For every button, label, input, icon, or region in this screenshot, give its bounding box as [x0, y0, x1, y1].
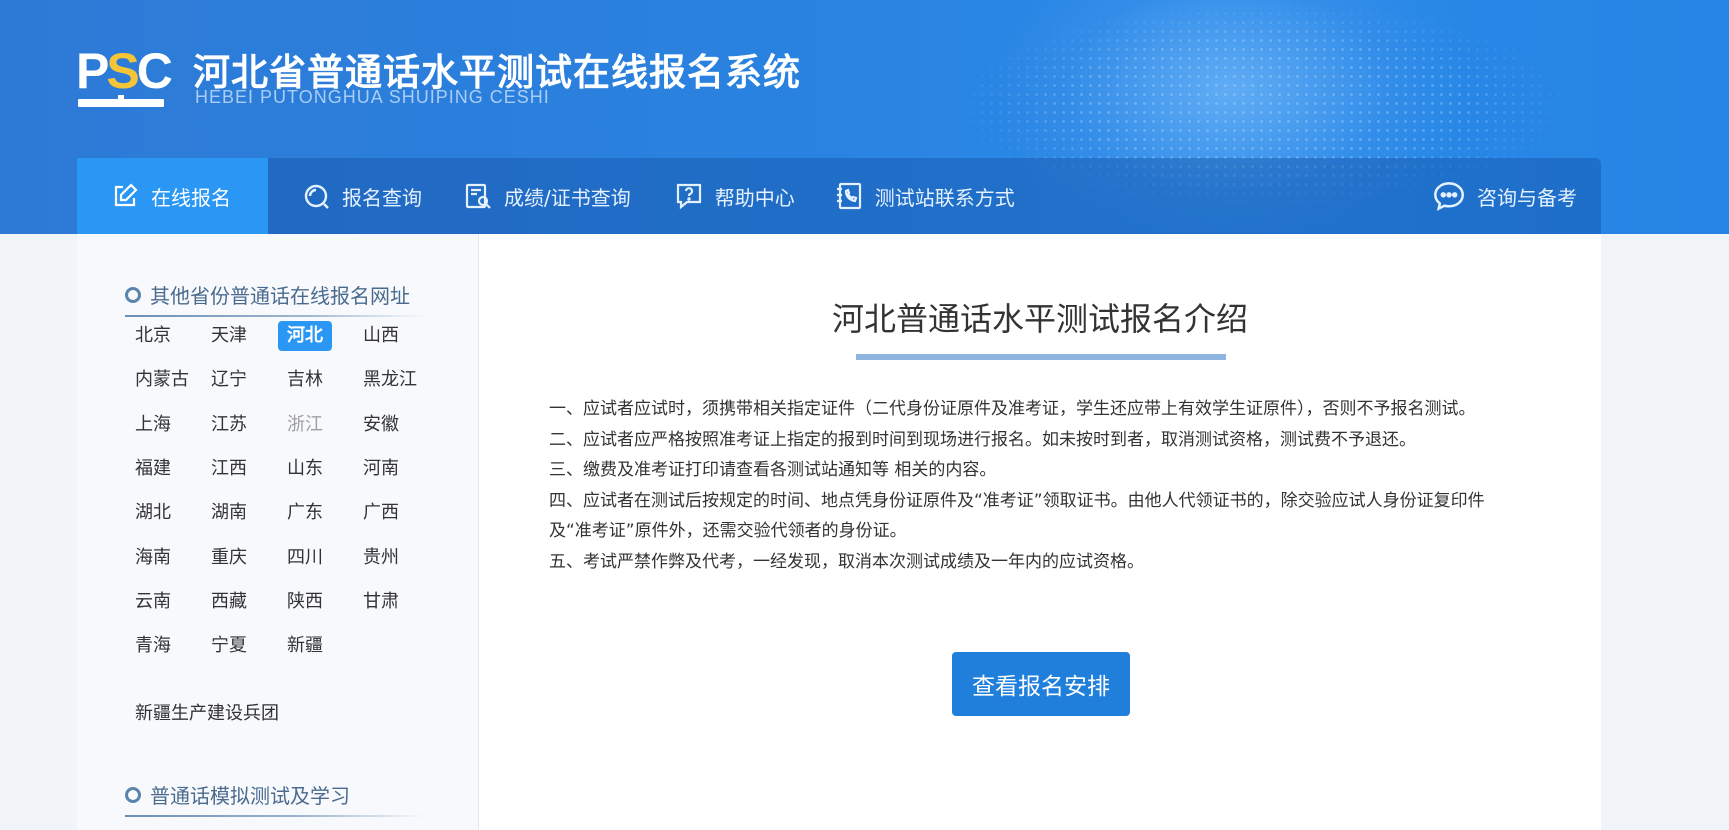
- province-link[interactable]: 黑龙江: [363, 365, 417, 395]
- province-link[interactable]: 江西: [211, 454, 247, 484]
- nav-label: 测试站联系方式: [874, 185, 1015, 210]
- province-link[interactable]: 辽宁: [211, 365, 247, 395]
- certificate-search-icon: [465, 183, 491, 209]
- help-icon: [676, 183, 701, 210]
- nav-score-certificate-query[interactable]: 成绩/证书查询: [422, 158, 631, 234]
- section-title: 普通话模拟测试及学习: [150, 784, 350, 808]
- rule-line: 一、应试者应试时，须携带相关指定证件（二代身份证原件及准考证，学生还应带上有效学…: [549, 399, 1476, 419]
- nav-consult-prepare[interactable]: 咨询与备考: [1433, 158, 1601, 234]
- search-icon: [304, 184, 329, 209]
- site-header: PSC 河北省普通话水平测试在线报名系统 HEBEI PUTONGHUA SHU…: [0, 0, 1729, 234]
- circle-bullet-icon: [125, 786, 141, 803]
- nav-registration-query[interactable]: 报名查询: [268, 158, 422, 234]
- page-title: 河北普通话水平测试报名介绍: [831, 300, 1248, 338]
- nav-label: 成绩/证书查询: [504, 185, 631, 210]
- province-link[interactable]: 江苏: [211, 410, 247, 440]
- province-link[interactable]: 北京: [135, 321, 171, 351]
- logo-text: PSC: [76, 43, 173, 99]
- province-link[interactable]: 宁夏: [211, 631, 247, 661]
- logo-p: P: [76, 43, 109, 99]
- logo-s: S: [106, 43, 139, 99]
- view-registration-schedule-button[interactable]: 查看报名安排: [952, 652, 1130, 716]
- registration-rules: 一、应试者应试时，须携带相关指定证件（二代身份证原件及准考证，学生还应带上有效学…: [549, 394, 1549, 577]
- province-link[interactable]: 浙江: [287, 410, 323, 440]
- province-link[interactable]: 重庆: [211, 543, 247, 573]
- province-link[interactable]: 四川: [287, 543, 323, 573]
- chat-icon: [1434, 182, 1464, 211]
- content-panel: 其他省份普通话在线报名网址 北京 天津 河北 山西内蒙古 辽宁 吉林 黑龙江上海 江苏 浙江 安徽…: [77, 234, 1601, 830]
- title-underline: [856, 354, 1226, 360]
- province-link[interactable]: 贵州: [363, 543, 399, 573]
- section-divider: [125, 315, 425, 317]
- province-link[interactable]: 湖北: [135, 498, 171, 528]
- rule-line: 四、应试者在测试后按规定的时间、地点凭身份证原件及“准考证”领取证书。由他人代领…: [549, 490, 1485, 511]
- province-link[interactable]: 吉林: [287, 365, 323, 395]
- province-link[interactable]: 山西: [363, 321, 399, 351]
- logo-book-icon: [78, 95, 164, 107]
- rule-line: 五、考试严禁作弊及代考，一经发现，取消本次测试成绩及一年内的应试资格。: [549, 551, 1144, 572]
- section-title: 其他省份普通话在线报名网址: [150, 284, 410, 308]
- rule-line: 三、缴费及准考证打印请查看各测试站通知等 相关的内容。: [549, 460, 997, 480]
- province-link[interactable]: 湖南: [211, 498, 247, 528]
- province-link[interactable]: 青海: [135, 631, 171, 661]
- nav-label: 帮助中心: [714, 185, 795, 210]
- section-other-provinces-heading: 其他省份普通话在线报名网址: [125, 280, 410, 309]
- province-link[interactable]: 安徽: [363, 410, 399, 440]
- province-link[interactable]: 上海: [135, 410, 171, 440]
- province-link[interactable]: 西藏: [211, 587, 247, 617]
- main-nav: 在线报名 报名查询 成绩/证书查询 帮助中心 测试站联系方式 咨询与备考: [77, 158, 1601, 234]
- province-link[interactable]: 陕西: [287, 587, 323, 617]
- province-link[interactable]: 福建: [135, 454, 171, 484]
- edit-icon: [114, 183, 138, 207]
- province-link[interactable]: 海南: [135, 543, 171, 573]
- circle-bullet-icon: [125, 286, 141, 303]
- province-link[interactable]: 河南: [363, 454, 399, 484]
- main-content: 河北普通话水平测试报名介绍 一、应试者应试时，须携带相关指定证件（二代身份证原件…: [479, 234, 1601, 830]
- nav-test-station-contacts[interactable]: 测试站联系方式: [795, 158, 1015, 234]
- nav-label: 咨询与备考: [1477, 185, 1577, 210]
- province-link[interactable]: 广西: [363, 498, 399, 528]
- province-link[interactable]: 云南: [135, 587, 171, 617]
- province-link[interactable]: 甘肃: [363, 587, 399, 617]
- nav-label: 在线报名: [151, 185, 231, 210]
- sidebar: 其他省份普通话在线报名网址 北京 天津 河北 山西内蒙古 辽宁 吉林 黑龙江上海 江苏 浙江 安徽…: [77, 234, 479, 830]
- section-mock-test-heading: 普通话模拟测试及学习: [125, 780, 350, 809]
- province-link-xinjiang-bingtuan[interactable]: 新疆生产建设兵团: [135, 699, 279, 729]
- province-link[interactable]: 山东: [287, 454, 323, 484]
- rule-line: 及“准考证”原件外，还需交验代领者的身份证。: [549, 521, 907, 541]
- nav-help-center[interactable]: 帮助中心: [631, 158, 795, 234]
- province-link[interactable]: 河北: [278, 321, 332, 351]
- psc-logo[interactable]: PSC: [76, 45, 173, 109]
- site-subtitle: HEBEI PUTONGHUA SHUIPING CESHI: [195, 87, 550, 107]
- province-link[interactable]: 新疆: [287, 631, 323, 661]
- province-link[interactable]: 天津: [211, 321, 247, 351]
- logo-c: C: [136, 43, 173, 99]
- phone-book-icon: [836, 182, 861, 210]
- rule-line: 二、应试者应严格按照准考证上指定的报到时间到现场进行报名。如未按时到者，取消测试…: [549, 429, 1416, 450]
- nav-label: 报名查询: [342, 185, 422, 210]
- nav-online-registration[interactable]: 在线报名: [77, 158, 268, 234]
- section-divider: [125, 815, 425, 817]
- province-link[interactable]: 广东: [287, 498, 323, 528]
- province-link[interactable]: 内蒙古: [135, 365, 189, 395]
